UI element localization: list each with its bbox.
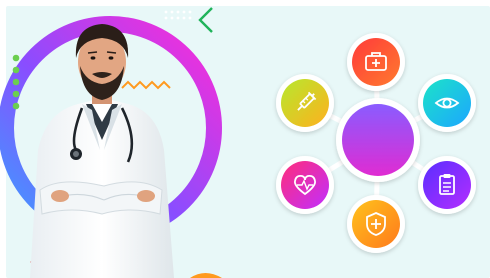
doctor-illustration [30, 24, 174, 278]
decorative-chevron-green [198, 7, 213, 33]
shield-cross-node [347, 195, 405, 253]
decorative-arc-orange [190, 273, 222, 278]
decorative-zigzag [121, 80, 171, 90]
first-aid-kit-node [347, 33, 405, 91]
heart-pulse-node [276, 156, 334, 214]
decorative-grid-dots [164, 10, 192, 20]
clipboard-node [418, 156, 476, 214]
medical-infographic [0, 7, 476, 278]
eye-node [418, 74, 476, 132]
syringe-node [276, 74, 334, 132]
hub-center-node [336, 98, 420, 182]
